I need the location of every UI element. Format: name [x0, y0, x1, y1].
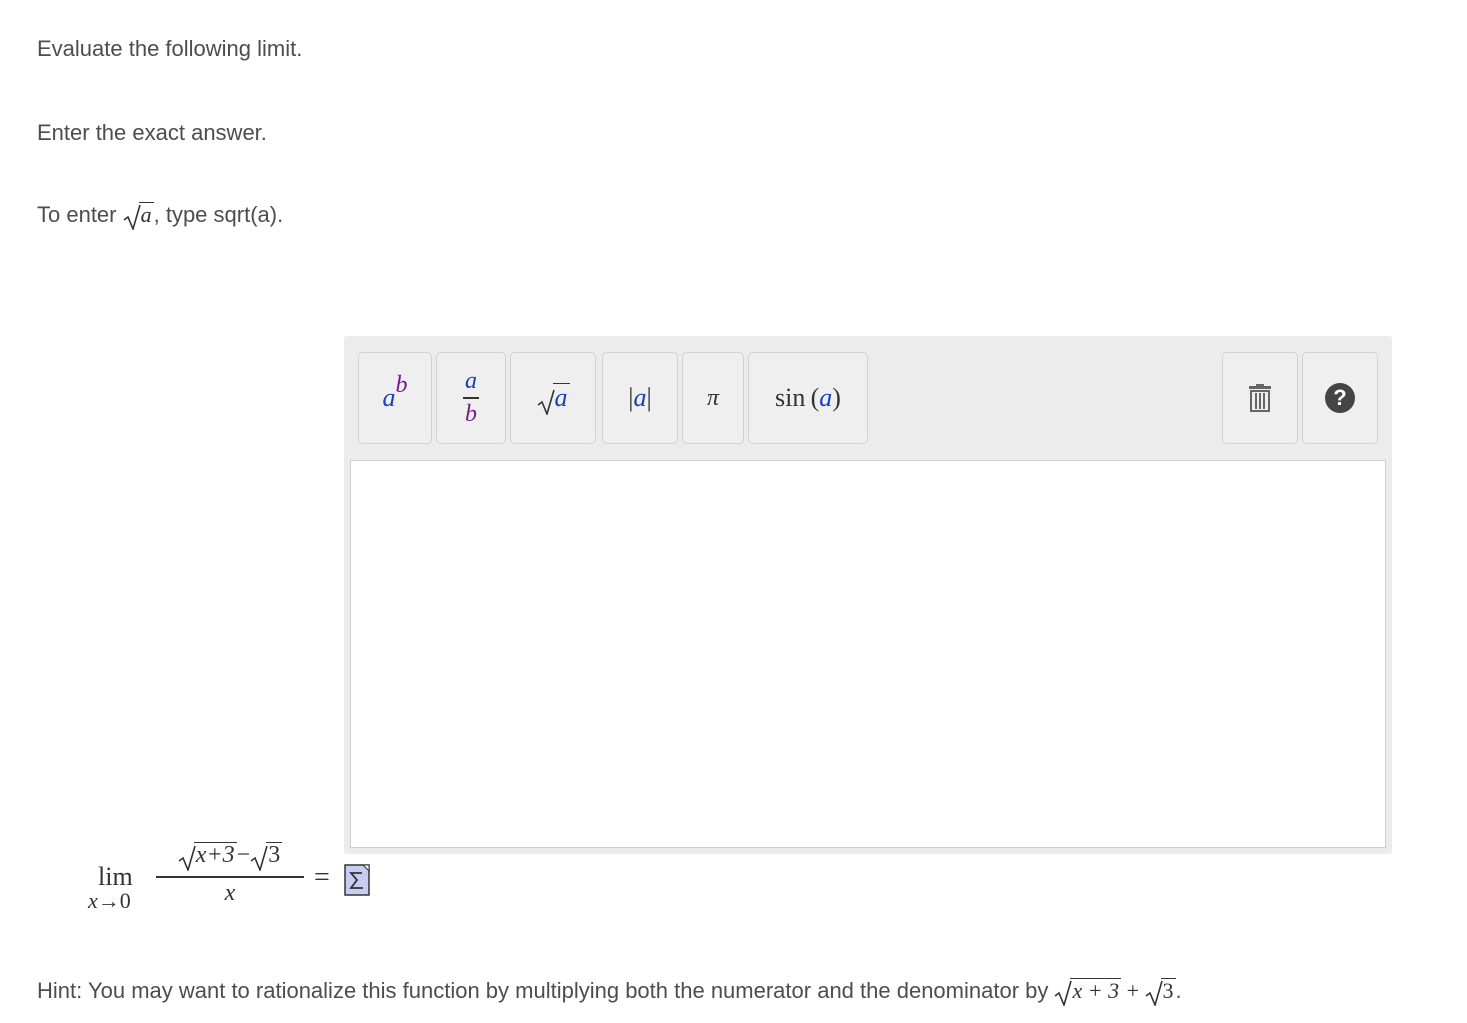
num-left-radicand: x+3 [195, 842, 235, 868]
fraction-line [156, 876, 304, 878]
lim-var: x [88, 888, 98, 913]
num-right-radicand: 3 [268, 842, 281, 868]
sin-func: sin [775, 383, 806, 412]
lim-target: 0 [119, 888, 131, 913]
help-icon: ? [1325, 383, 1355, 413]
abs-right-bar: | [646, 383, 652, 412]
fraction-button[interactable]: a b [436, 352, 506, 444]
hint-text: Hint: You may want to rationalize this f… [37, 978, 1182, 1006]
fraction-bar [463, 397, 479, 399]
power-button[interactable]: ab [358, 352, 432, 444]
hint-end: . [1175, 978, 1182, 1003]
power-exponent: b [395, 372, 408, 398]
sin-open: ( [810, 383, 820, 412]
hint-prefix: Hint: You may want to rationalize this f… [37, 978, 1055, 1003]
line3-suffix: , type sqrt(a). [153, 202, 284, 227]
sin-close: ) [832, 383, 841, 412]
num-minus: − [236, 842, 251, 868]
fraction-numerator-expr: x+3− 3 [156, 842, 304, 874]
sqrt-button[interactable]: a [510, 352, 596, 444]
sqrt-radicand: a [138, 202, 154, 227]
sin-button[interactable]: sin (a) [748, 352, 868, 444]
lim-subscript: x→0 [88, 888, 131, 914]
sqrt-x-plus-3: x+3 [178, 842, 237, 871]
hint-sqrt-x-plus-3: x + 3 [1054, 978, 1122, 1006]
power-base: a [382, 383, 396, 412]
sqrt-a-inline: a [123, 202, 154, 230]
limit-fraction: x+3− 3 x [156, 842, 304, 907]
limit-expression: lim x→0 x+3− 3 x = [88, 840, 388, 920]
math-editor: ab a b a |a| π sin (a) ? [344, 336, 1392, 854]
question-line-2: Enter the exact answer. [37, 120, 267, 145]
answer-input[interactable] [350, 460, 1386, 848]
sqrt-button-radicand: a [552, 383, 570, 412]
hint-plus: + [1121, 978, 1145, 1003]
hint-sqrt-3: 3 [1145, 978, 1176, 1006]
fraction-numerator: a [465, 368, 477, 395]
fraction-denominator-expr: x [224, 879, 236, 906]
question-line-3: To enter a, type sqrt(a). [37, 202, 284, 230]
sigma-icon[interactable] [344, 864, 370, 896]
sqrt-3: 3 [250, 842, 283, 871]
pi-symbol: π [706, 384, 720, 411]
fraction-denominator: b [465, 400, 477, 427]
lim-arrow: → [97, 888, 120, 913]
line3-prefix: To enter [37, 202, 123, 227]
abs-inner: a [633, 383, 647, 412]
hint-radicand-1: x + 3 [1072, 978, 1120, 1003]
pi-button[interactable]: π [682, 352, 744, 444]
sin-arg: a [819, 383, 833, 412]
hint-radicand-2: 3 [1162, 978, 1174, 1003]
help-button[interactable]: ? [1302, 352, 1378, 444]
equals-sign: = [314, 862, 330, 893]
question-line-1: Evaluate the following limit. [37, 36, 303, 61]
abs-button[interactable]: |a| [602, 352, 678, 444]
trash-icon [1249, 384, 1271, 412]
sqrt-glyph: a [537, 383, 570, 415]
clear-button[interactable] [1222, 352, 1298, 444]
